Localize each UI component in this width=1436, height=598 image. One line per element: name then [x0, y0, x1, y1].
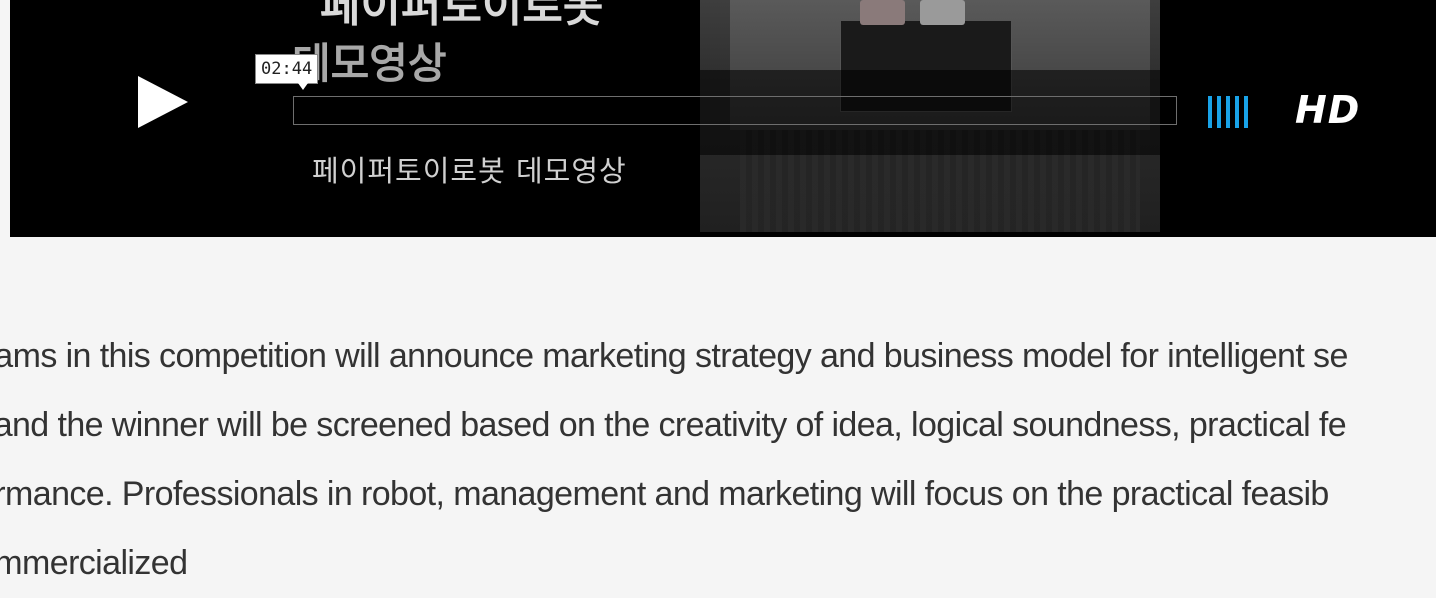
volume-bar — [1226, 96, 1230, 128]
volume-bar — [1217, 96, 1221, 128]
volume-bar — [1244, 96, 1248, 128]
video-title-line-1: 페이퍼토이로봇 — [320, 0, 604, 32]
article-line: ommercialized — [0, 544, 188, 582]
article-line: ormance. Professionals in robot, managem… — [0, 475, 1329, 513]
article-text: eams in this competition will announce m… — [0, 322, 1436, 598]
thumbnail-paper-robot — [860, 0, 905, 25]
volume-bar — [1208, 96, 1212, 128]
progress-bar[interactable] — [293, 96, 1177, 125]
play-button[interactable] — [134, 74, 190, 130]
hd-button[interactable]: HD — [1295, 88, 1360, 132]
time-tooltip: 02:44 — [255, 54, 319, 90]
volume-bar — [1235, 96, 1239, 128]
video-player[interactable]: 페이퍼토이로봇 데모영상 페이퍼토이로봇 데모영상 02:44 HD — [10, 0, 1436, 237]
article-line: , and the winner will be screened based … — [0, 406, 1347, 444]
thumbnail-paper-robot — [920, 0, 965, 25]
video-caption: 페이퍼토이로봇 데모영상 — [312, 154, 627, 188]
article-line: eams in this competition will announce m… — [0, 337, 1348, 375]
play-icon — [138, 76, 188, 128]
volume-icon[interactable] — [1208, 96, 1248, 128]
